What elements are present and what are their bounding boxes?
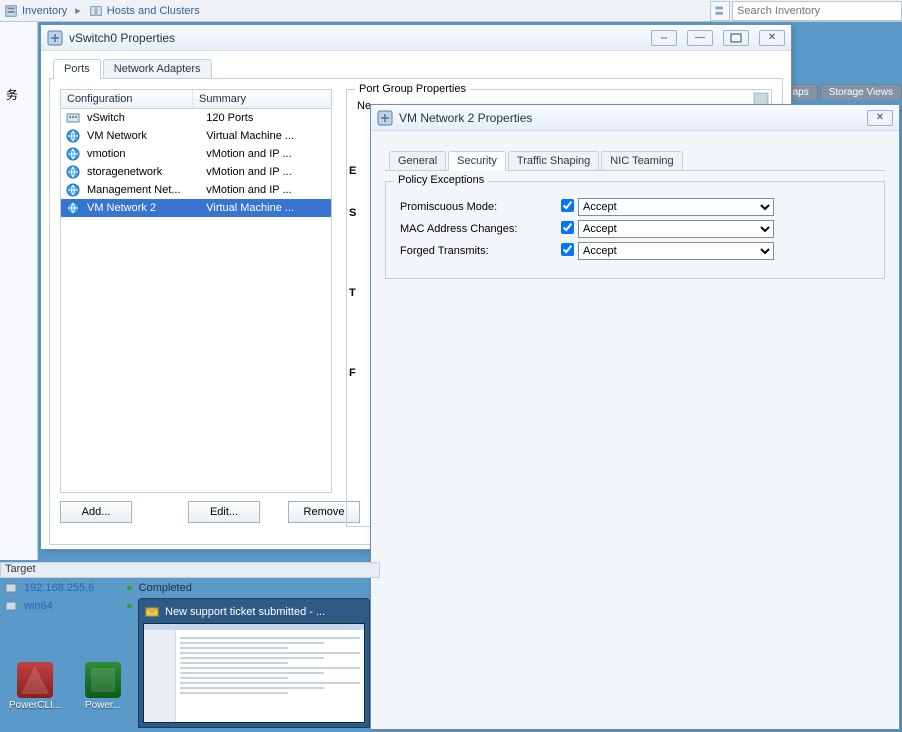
inventory-icon [4, 4, 18, 18]
config-summary: Virtual Machine ... [206, 130, 331, 142]
desktop-icon-powercli[interactable]: PowerCLI... [8, 662, 62, 711]
search-input[interactable] [737, 5, 897, 17]
tab-storage-views[interactable]: Storage Views [820, 84, 902, 100]
config-table-header: Configuration Summary [61, 90, 331, 109]
col-summary[interactable]: Summary [193, 90, 331, 108]
override-checkbox[interactable] [561, 199, 574, 212]
vsphere-icon [47, 30, 63, 46]
vswitch-title: vSwitch0 Properties [69, 31, 175, 45]
policy-select[interactable]: AcceptReject [578, 242, 774, 260]
config-name: Management Net... [87, 184, 200, 196]
host-icon [4, 581, 18, 595]
check-icon: ● [126, 582, 133, 594]
tasks-header-target[interactable]: Target [0, 562, 380, 578]
policy-row: MAC Address Changes: AcceptReject [400, 218, 870, 240]
close-button[interactable]: ✕ [867, 110, 893, 126]
config-row[interactable]: vmotion vMotion and IP ... [61, 145, 331, 163]
icon-label: Power... [85, 700, 121, 711]
config-summary: Virtual Machine ... [206, 202, 331, 214]
col-configuration[interactable]: Configuration [61, 90, 193, 108]
taskbar-preview-popup[interactable]: New support ticket submitted - ... [138, 598, 370, 728]
portgroup-icon [65, 182, 81, 198]
vswitch-tabs: Ports Network Adapters [49, 57, 783, 79]
tab-network-adapters[interactable]: Network Adapters [103, 59, 212, 78]
policy-label: Promiscuous Mode: [400, 201, 556, 213]
left-panel-peek: 务 [0, 22, 38, 560]
config-summary: vMotion and IP ... [206, 148, 331, 160]
tab-general[interactable]: General [389, 151, 446, 170]
chevron-right-icon: ▸ [71, 4, 85, 17]
policy-exceptions-group: Policy Exceptions Promiscuous Mode:Accep… [385, 181, 885, 279]
policy-row: Forged Transmits: AcceptReject [400, 240, 870, 262]
help-back-button[interactable]: ⇔ [651, 30, 677, 46]
config-row[interactable]: storagenetwork vMotion and IP ... [61, 163, 331, 181]
breadcrumb-inventory[interactable]: Inventory [22, 5, 67, 17]
portgroup-icon [65, 164, 81, 180]
vswitch-titlebar[interactable]: vSwitch0 Properties ⇔ — ✕ [41, 25, 791, 51]
portgroup-icon [65, 200, 81, 216]
task-row[interactable]: 192.168.255.6 ● Completed [4, 580, 192, 596]
config-name: vmotion [87, 148, 200, 160]
search-box[interactable] [732, 1, 902, 21]
mail-icon [145, 605, 159, 619]
tab-traffic-shaping[interactable]: Traffic Shaping [508, 151, 599, 170]
config-row[interactable]: VM Network Virtual Machine ... [61, 127, 331, 145]
vsphere-icon [377, 110, 393, 126]
hosts-icon [89, 4, 103, 18]
background-tabs: aps Storage Views [784, 84, 902, 100]
close-button[interactable]: ✕ [759, 30, 785, 46]
config-name: VM Network [87, 130, 200, 142]
config-row[interactable]: vSwitch 120 Ports [61, 109, 331, 127]
policy-exceptions-label: Policy Exceptions [394, 174, 488, 186]
side-letters: E S T F [349, 150, 356, 394]
portgroup-icon [65, 146, 81, 162]
override-checkbox[interactable] [561, 221, 574, 234]
desktop-icon-power[interactable]: Power... [76, 662, 130, 711]
config-summary: vMotion and IP ... [206, 166, 331, 178]
tab-nic-teaming[interactable]: NIC Teaming [601, 151, 682, 170]
tab-security[interactable]: Security [448, 151, 506, 171]
task-row[interactable]: win64 ● [4, 598, 133, 614]
policy-select[interactable]: AcceptReject [578, 220, 774, 238]
policy-label: MAC Address Changes: [400, 223, 556, 235]
desktop-icons: PowerCLI... Power... [0, 642, 138, 732]
check-icon: ● [126, 600, 133, 612]
config-name: storagenetwork [87, 166, 200, 178]
config-summary: 120 Ports [206, 112, 331, 124]
vmnet-tabs: General Security Traffic Shaping NIC Tea… [385, 149, 885, 171]
config-table: Configuration Summary vSwitch 120 Ports VM… [60, 89, 332, 493]
config-name: VM Network 2 [87, 202, 200, 214]
vmnetwork2-properties-window: VM Network 2 Properties ✕ General Securi… [370, 104, 900, 730]
port-group-properties-label: Port Group Properties [355, 83, 470, 95]
search-mode-button[interactable] [710, 1, 730, 21]
host-icon [4, 599, 18, 613]
breadcrumb-hosts-clusters[interactable]: Hosts and Clusters [107, 5, 200, 17]
preview-thumbnail[interactable] [143, 623, 365, 723]
vswitch-icon [65, 110, 81, 126]
policy-select[interactable]: AcceptReject [578, 198, 774, 216]
icon-label: PowerCLI... [9, 700, 61, 711]
config-row[interactable]: Management Net... vMotion and IP ... [61, 181, 331, 199]
policy-label: Forged Transmits: [400, 245, 556, 257]
minimize-button[interactable]: — [687, 30, 713, 46]
policy-row: Promiscuous Mode: AcceptReject [400, 196, 870, 218]
vmnet-title: VM Network 2 Properties [399, 111, 532, 125]
edit-button[interactable]: Edit... [188, 501, 260, 523]
tab-ports[interactable]: Ports [53, 59, 101, 79]
task-status: Completed [139, 582, 192, 594]
task-target: 192.168.255.6 [24, 582, 120, 594]
vmnet-titlebar[interactable]: VM Network 2 Properties ✕ [371, 105, 899, 131]
config-name: vSwitch [87, 112, 200, 124]
cjk-glyph: 务 [6, 86, 18, 103]
main-toolbar: Inventory ▸ Hosts and Clusters [0, 0, 902, 22]
add-button[interactable]: Add... [60, 501, 132, 523]
override-checkbox[interactable] [561, 243, 574, 256]
preview-title: New support ticket submitted - ... [165, 606, 325, 618]
config-row[interactable]: VM Network 2 Virtual Machine ... [61, 199, 331, 217]
config-summary: vMotion and IP ... [206, 184, 331, 196]
maximize-button[interactable] [723, 30, 749, 46]
peek-text: Ne [357, 100, 371, 112]
task-target: win64 [24, 600, 120, 612]
portgroup-icon [65, 128, 81, 144]
